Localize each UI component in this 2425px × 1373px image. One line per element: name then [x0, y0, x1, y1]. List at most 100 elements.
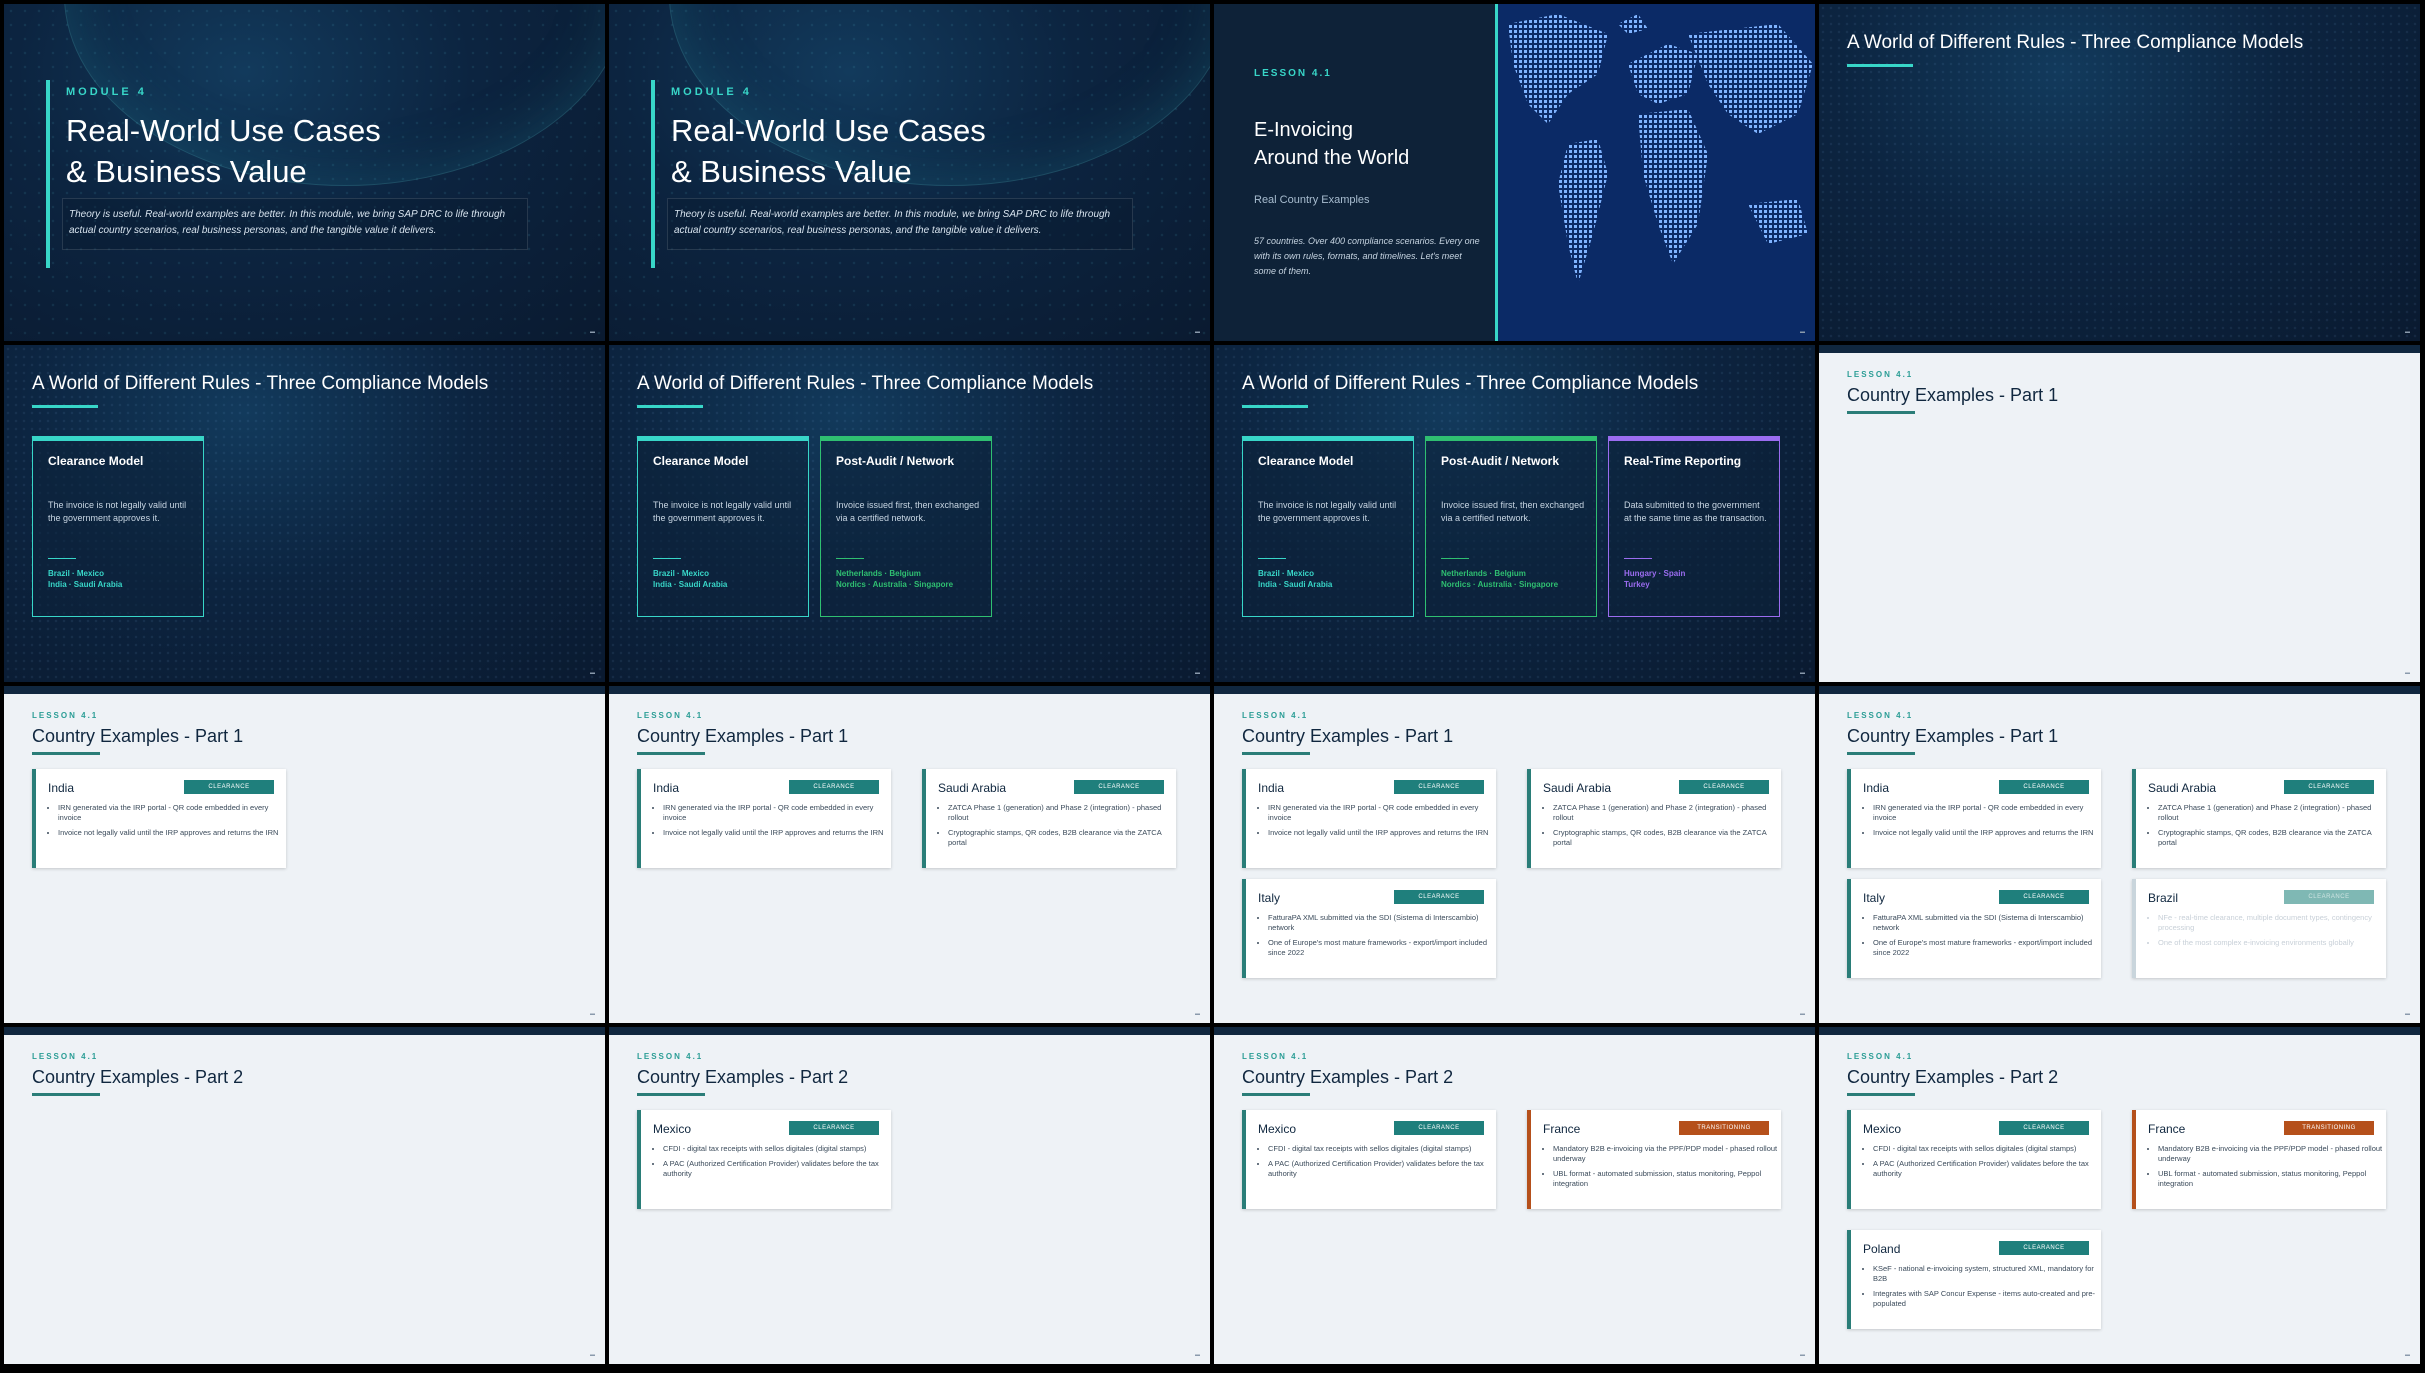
title-underline [637, 752, 705, 755]
slide-thumbnail-13[interactable]: LESSON 4.1 Country Examples - Part 2 ▬ [4, 1027, 605, 1364]
page-marker: ▬ [1800, 329, 1805, 335]
slide-thumbnail-8[interactable]: LESSON 4.1 Country Examples - Part 1 ▬ [1819, 345, 2420, 682]
model-divider [48, 558, 76, 559]
module-label: MODULE 4 [66, 86, 147, 98]
slide-thumbnail-2[interactable]: MODULE 4 Real-World Use Cases & Business … [609, 4, 1210, 341]
slide-description: 57 countries. Over 400 compliance scenar… [1254, 236, 1480, 276]
country-card-france: France TRANSITIONING Mandatory B2B e-inv… [2132, 1110, 2386, 1209]
country-card-india: India CLEARANCE IRN generated via the IR… [32, 769, 286, 868]
page-marker: ▬ [2405, 1011, 2410, 1017]
status-badge: CLEARANCE [2284, 890, 2374, 904]
model-description: The invoice is not legally valid until t… [1258, 500, 1397, 523]
model-card-real-time: Real-Time Reporting Data submitted to th… [1608, 436, 1780, 617]
bullet: Invoice not legally valid until the IRP … [663, 828, 891, 838]
bullet: IRN generated via the IRP portal - QR co… [663, 803, 891, 823]
slide-thumbnail-1[interactable]: MODULE 4 Real-World Use Cases & Business … [4, 4, 605, 341]
bullet: CFDI - digital tax receipts with sellos … [1268, 1144, 1496, 1154]
model-card-post-audit: Post-Audit / Network Invoice issued firs… [820, 436, 992, 617]
country-card-brazil: Brazil CLEARANCE NFe - real-time clearan… [2132, 879, 2386, 978]
country-name: Saudi Arabia [1543, 781, 1612, 795]
title-underline [32, 1093, 100, 1096]
country-bullets: KSeF - national e-invoicing system, stru… [1863, 1264, 2101, 1314]
card-top-accent [1243, 437, 1413, 441]
model-countries: Brazil · Mexico India · Saudi Arabia [1258, 569, 1333, 589]
slide-title: Country Examples - Part 2 [1847, 1067, 2059, 1087]
slide-thumbnail-3[interactable]: LESSON 4.1 E-Invoicing Around the World R… [1214, 4, 1815, 341]
page-marker: ▬ [1195, 1352, 1200, 1358]
lesson-label: LESSON 4.1 [1242, 1052, 1309, 1061]
status-badge: CLEARANCE [1394, 890, 1484, 904]
slide-thumbnail-14[interactable]: LESSON 4.1 Country Examples - Part 2 Mex… [609, 1027, 1210, 1364]
country-name: France [2148, 1122, 2186, 1136]
bullet: FatturaPA XML submitted via the SDI (Sis… [1873, 913, 2101, 933]
slide-title: Country Examples - Part 2 [32, 1067, 244, 1087]
country-bullets: ZATCA Phase 1 (generation) and Phase 2 (… [2148, 803, 2386, 853]
bullet: ZATCA Phase 1 (generation) and Phase 2 (… [1553, 803, 1781, 823]
title-underline [637, 1093, 705, 1096]
country-name: Mexico [1258, 1122, 1297, 1136]
status-badge: CLEARANCE [1999, 1241, 2089, 1255]
model-countries: Brazil · Mexico India · Saudi Arabia [48, 569, 123, 589]
bullet: Integrates with SAP Concur Expense - ite… [1873, 1289, 2101, 1309]
slide-thumbnail-5[interactable]: A World of Different Rules - Three Compl… [4, 345, 605, 682]
status-badge: CLEARANCE [1679, 780, 1769, 794]
country-bullets: Mandatory B2B e-invoicing via the PPF/PD… [2148, 1144, 2386, 1194]
country-bullets: FatturaPA XML submitted via the SDI (Sis… [1258, 913, 1496, 963]
page-marker: ▬ [1800, 1352, 1805, 1358]
model-description: Data submitted to the government at the … [1624, 500, 1767, 523]
card-top-accent [1609, 437, 1779, 441]
model-description: The invoice is not legally valid until t… [653, 500, 792, 523]
slide-thumbnail-16[interactable]: LESSON 4.1 Country Examples - Part 2 Mex… [1819, 1027, 2420, 1364]
card-top-accent [1426, 437, 1596, 441]
slide-thumbnail-10[interactable]: LESSON 4.1 Country Examples - Part 1 Ind… [609, 686, 1210, 1023]
slide-thumbnail-11[interactable]: LESSON 4.1 Country Examples - Part 1 Ind… [1214, 686, 1815, 1023]
page-marker: ▬ [1195, 329, 1200, 335]
country-name: Mexico [1863, 1122, 1902, 1136]
bullet: UBL format - automated submission, statu… [1553, 1169, 1781, 1189]
title-underline [1847, 411, 1915, 414]
country-bullets: CFDI - digital tax receipts with sellos … [1258, 1144, 1496, 1184]
slide-thumbnail-6[interactable]: A World of Different Rules - Three Compl… [609, 345, 1210, 682]
bullet: One of the most complex e-invoicing envi… [2158, 938, 2386, 948]
model-countries: Netherlands · Belgium Nordics · Australia… [1441, 569, 1559, 589]
card-top-accent [33, 437, 203, 441]
title-underline [1242, 752, 1310, 755]
title-underline [1847, 64, 1913, 67]
country-name: Saudi Arabia [2148, 781, 2217, 795]
country-bullets: FatturaPA XML submitted via the SDI (Sis… [1863, 913, 2101, 963]
country-card-poland: Poland CLEARANCE KSeF - national e-invoi… [1847, 1230, 2101, 1329]
bullet: One of Europe's most mature frameworks -… [1268, 938, 1496, 958]
page-marker: ▬ [590, 1352, 595, 1358]
country-card-saudi-arabia: Saudi Arabia CLEARANCE ZATCA Phase 1 (ge… [922, 769, 1176, 868]
lesson-label: LESSON 4.1 [32, 711, 99, 720]
lesson-label: LESSON 4.1 [32, 1052, 99, 1061]
slide-thumbnail-9[interactable]: LESSON 4.1 Country Examples - Part 1 Ind… [4, 686, 605, 1023]
bullet: A PAC (Authorized Certification Provider… [663, 1159, 891, 1179]
bullet: Invoice not legally valid until the IRP … [58, 828, 286, 838]
slide-thumbnail-12[interactable]: LESSON 4.1 Country Examples - Part 1 Ind… [1819, 686, 2420, 1023]
status-badge: TRANSITIONING [2284, 1121, 2374, 1135]
page-marker: ▬ [590, 329, 595, 335]
country-card-mexico: Mexico CLEARANCE CFDI - digital tax rece… [1847, 1110, 2101, 1209]
country-card-saudi-arabia: Saudi Arabia CLEARANCE ZATCA Phase 1 (ge… [2132, 769, 2386, 868]
country-bullets: IRN generated via the IRP portal - QR co… [48, 803, 286, 843]
country-card-india: India CLEARANCE IRN generated via the IR… [1242, 769, 1496, 868]
bullet: KSeF - national e-invoicing system, stru… [1873, 1264, 2101, 1284]
slide-thumbnail-4[interactable]: A World of Different Rules - Three Compl… [1819, 4, 2420, 341]
title-underline [32, 752, 100, 755]
slide-thumbnail-7[interactable]: A World of Different Rules - Three Compl… [1214, 345, 1815, 682]
slide-title: Country Examples - Part 1 [637, 726, 849, 746]
model-description: Invoice issued first, then exchanged via… [1441, 500, 1585, 523]
slide-subtitle: Real Country Examples [1254, 194, 1370, 206]
country-name: India [653, 781, 680, 795]
slide-title: Country Examples - Part 1 [32, 726, 244, 746]
slide-thumbnail-15[interactable]: LESSON 4.1 Country Examples - Part 2 Mex… [1214, 1027, 1815, 1364]
country-bullets: CFDI - digital tax receipts with sellos … [653, 1144, 891, 1184]
bullet: A PAC (Authorized Certification Provider… [1268, 1159, 1496, 1179]
country-bullets: CFDI - digital tax receipts with sellos … [1863, 1144, 2101, 1184]
page-marker: ▬ [590, 670, 595, 676]
card-top-accent [821, 437, 991, 441]
country-card-mexico: Mexico CLEARANCE CFDI - digital tax rece… [637, 1110, 891, 1209]
bullet: One of Europe's most mature frameworks -… [1873, 938, 2101, 958]
model-divider [653, 558, 681, 559]
